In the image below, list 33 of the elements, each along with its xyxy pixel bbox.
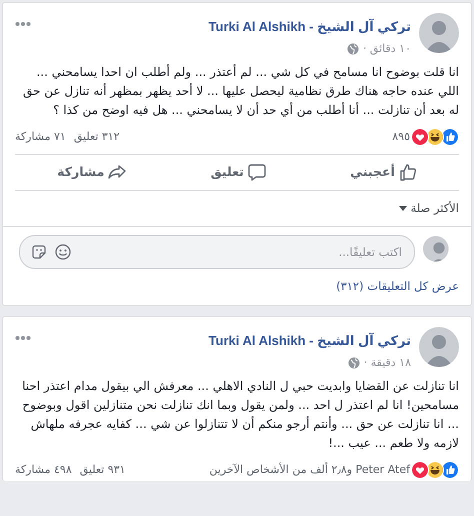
sticker-icon[interactable] xyxy=(31,244,47,260)
share-count[interactable]: ٧١ مشاركة xyxy=(15,128,66,146)
post-time[interactable]: ١٠ دقائق · xyxy=(362,40,411,57)
view-all-comments-link[interactable]: عرض كل التعليقات (٣١٢) xyxy=(324,278,471,306)
caret-icon xyxy=(398,206,407,211)
comment-button[interactable]: تعليق xyxy=(210,155,266,190)
more-options-icon[interactable] xyxy=(15,335,31,342)
more-options-icon[interactable] xyxy=(15,21,31,27)
comment-count[interactable]: ٣١٢ تعليق xyxy=(74,128,120,146)
like-button[interactable]: أعجبني xyxy=(350,155,417,190)
post-text: انا قلت بوضوح انا مسامح في كل شي ... لم أعتذر ... ولم أطلب ان احدا يسامحني ... اللي عنده حاجه هناك طرق نظامية ليحصل عليها ... لا أحد يظهر بمظهر أنه تنازل عن حق له بعد أن تنازلت ... أنا أطلب من أي حد أن لا يسامحني ... هل فيه اوضح من كذا ؟ xyxy=(22,63,460,119)
reaction-count[interactable]: ٨٩٥ xyxy=(392,128,410,146)
author-name[interactable]: تركي آل الشيخ - Turki Al Alshikh xyxy=(39,331,411,351)
post-text: انا تنازلت عن القضايا وابديت حبي ل النادي الاهلي ... معرفش الي بيقول مدام اعتذر احنا مسامحين! انا لم اعتذر ل احد ... ولمن يقول وبما انك تنازلت نحن متنازلين اقول وبوضوح ... انا تنازلت عن حق ... وأنتم أرجو منكم أن لا تتنازلوا عن شي ... كفايه عجرفه ملهاش لازمه ولا طعم ... عيب ...! xyxy=(21,378,460,452)
post-time[interactable]: ١٨ دقيقة · xyxy=(364,354,411,372)
avatar xyxy=(419,13,459,53)
share-count[interactable]: ٤٩٨ مشاركة xyxy=(15,462,72,478)
speech-bubble-icon xyxy=(248,163,266,182)
comment-field[interactable]: اكتب تعليقًا... xyxy=(19,235,415,269)
smiley-icon[interactable] xyxy=(55,244,71,260)
sort-dropdown[interactable]: الأكثر صلة xyxy=(3,190,471,227)
like-reaction-icon xyxy=(441,128,459,146)
share-arrow-icon xyxy=(108,163,126,182)
author-name[interactable]: تركي آل الشيخ - Turki Al Alshikh xyxy=(39,17,411,36)
heart-reaction-icon xyxy=(411,128,429,146)
share-button[interactable]: مشاركة xyxy=(57,155,126,190)
globe-icon xyxy=(348,357,360,369)
laughing-reaction-icon xyxy=(426,128,444,146)
thumbs-up-icon xyxy=(398,163,417,182)
comment-count[interactable]: ٩٣١ تعليق xyxy=(80,462,126,478)
globe-icon xyxy=(346,42,359,55)
reaction-count[interactable]: Peter Atef و٢٫٨ ألف من الأشخاص الآخرين xyxy=(209,462,410,478)
avatar xyxy=(419,327,459,368)
